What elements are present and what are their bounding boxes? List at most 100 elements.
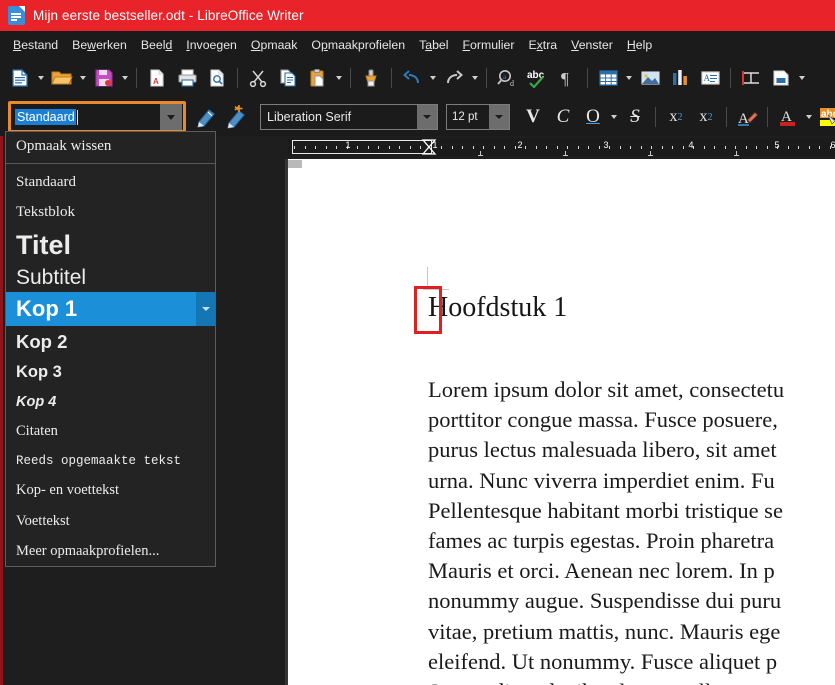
print-preview-icon[interactable] [202, 63, 232, 93]
style-item-titel[interactable]: Titel [6, 227, 215, 263]
separator [136, 68, 137, 88]
style-item-kopvoet[interactable]: Kop- en voettekst [6, 475, 215, 506]
insert-chart-icon[interactable] [665, 63, 695, 93]
new-style-from-selection-icon[interactable] [222, 102, 252, 132]
ruler-tick [504, 146, 506, 149]
style-item-voettekst[interactable]: Voettekst [6, 506, 215, 536]
ruler-tick [703, 146, 705, 149]
ruler-tab-stop[interactable] [648, 151, 653, 157]
undo-dropdown-icon[interactable] [427, 63, 439, 93]
style-item-kop3[interactable]: Kop 3 [6, 357, 215, 387]
style-item-meer[interactable]: Meer opmaakprofielen... [6, 536, 215, 566]
menu-opmaak[interactable]: Opmaak [244, 35, 305, 55]
font-size-combobox[interactable]: 12 pt [446, 104, 510, 130]
document-heading[interactable]: Hoofdstuk 1 [428, 292, 567, 324]
menu-formulier[interactable]: Formulier [456, 35, 522, 55]
menu-help[interactable]: Help [620, 35, 659, 55]
font-name-dropdown-arrow-icon[interactable] [417, 105, 437, 129]
redo-icon[interactable] [439, 63, 469, 93]
style-item-tekstblok[interactable]: Tekstblok [6, 197, 215, 227]
menu-invoegen[interactable]: Invoegen [179, 35, 244, 55]
menu-tabel[interactable]: Tabel [412, 35, 455, 55]
menu-opmaakprofielen[interactable]: Opmaakprofielen [304, 35, 412, 55]
style-item-kop1[interactable]: Kop 1 [6, 292, 215, 326]
insert-text-box-icon[interactable]: A [695, 63, 725, 93]
open-folder-icon[interactable] [47, 63, 77, 93]
print-icon[interactable] [172, 63, 202, 93]
separator [350, 68, 351, 88]
paragraph-style-combobox[interactable]: Standaard [8, 101, 186, 133]
insert-table-icon[interactable] [593, 63, 623, 93]
paragraph-style-input[interactable]: Standaard [11, 104, 160, 130]
spelling-abc-check-icon[interactable]: abc [522, 63, 552, 93]
paragraph-style-dropdown-arrow-icon[interactable] [160, 104, 182, 130]
ruler-tick [745, 146, 747, 149]
font-color-dropdown-icon[interactable] [803, 102, 815, 132]
new-document-icon[interactable] [5, 63, 35, 93]
subscript-button[interactable]: x2 [691, 102, 721, 132]
style-item-preformat[interactable]: Reeds opgemaakte tekst [6, 446, 215, 475]
insert-table-dropdown-icon[interactable] [623, 63, 635, 93]
document-text-line: Lorem ipsum dolor sit amet, consectetu [428, 377, 785, 402]
copy-icon[interactable] [273, 63, 303, 93]
underline-button[interactable]: O [578, 102, 608, 132]
horizontal-ruler[interactable]: 1123456 [288, 138, 835, 157]
paragraph-styles-dropdown-list[interactable]: Opmaak wissen Standaard Tekstblok Titel Subt… [5, 131, 216, 567]
menu-extra[interactable]: Extra [521, 35, 564, 55]
style-item-citaten[interactable]: Citaten [6, 416, 215, 446]
open-dropdown-icon[interactable] [77, 63, 89, 93]
style-item-standaard[interactable]: Standaard [6, 167, 215, 197]
save-dropdown-icon[interactable] [119, 63, 131, 93]
document-body-text[interactable]: Lorem ipsum dolor sit amet, consectetu po… [428, 375, 835, 685]
ruler-tab-stop[interactable] [478, 151, 483, 157]
new-document-dropdown-icon[interactable] [35, 63, 47, 93]
font-name-combobox[interactable]: Liberation Serif [260, 104, 438, 130]
menu-venster[interactable]: Venster [564, 35, 620, 55]
style-item-subtitel[interactable]: Subtitel [6, 263, 215, 292]
page-break-icon[interactable] [736, 63, 766, 93]
export-pdf-icon[interactable]: A [142, 63, 172, 93]
bold-button[interactable]: V [518, 102, 548, 132]
ruler-tick [598, 146, 600, 149]
style-item-kop4[interactable]: Kop 4 [6, 387, 215, 416]
underline-dropdown-icon[interactable] [608, 102, 620, 132]
ruler-tick [577, 146, 579, 149]
style-submenu-arrow-icon[interactable] [196, 292, 215, 326]
ruler-tick [714, 146, 716, 149]
update-selected-style-icon[interactable] [192, 102, 222, 132]
menu-beeld[interactable]: Beeld [134, 35, 179, 55]
style-item-label: Reeds opgemaakte tekst [16, 453, 182, 468]
strikethrough-button[interactable]: S [620, 102, 650, 132]
undo-icon[interactable] [397, 63, 427, 93]
menu-bewerken[interactable]: Bewerken [65, 35, 134, 55]
style-item-label: Citaten [16, 422, 58, 439]
style-item-kop2[interactable]: Kop 2 [6, 326, 215, 357]
insert-image-icon[interactable] [635, 63, 665, 93]
svg-text:abc: abc [821, 109, 835, 120]
indent-marker-icon[interactable] [421, 139, 437, 155]
clear-direct-formatting-icon[interactable]: A [732, 102, 762, 132]
insert-field-icon[interactable] [766, 63, 796, 93]
find-replace-icon[interactable]: a d [492, 63, 522, 93]
paste-dropdown-icon[interactable] [333, 63, 345, 93]
style-item-clear[interactable]: Opmaak wissen [6, 132, 215, 160]
formatting-marks-pilcrow-icon[interactable]: ¶ [552, 63, 582, 93]
highlight-color-icon[interactable]: abc [815, 102, 835, 132]
paste-icon[interactable] [303, 63, 333, 93]
italic-button[interactable]: C [548, 102, 578, 132]
ruler-tab-stop[interactable] [563, 151, 568, 157]
clone-formatting-brush-icon[interactable] [356, 63, 386, 93]
redo-dropdown-icon[interactable] [469, 63, 481, 93]
ruler-tab-stop[interactable] [734, 151, 739, 157]
font-color-icon[interactable]: A [773, 102, 803, 132]
save-icon[interactable] [89, 63, 119, 93]
menu-bestand[interactable]: Bestand [6, 35, 65, 55]
insert-field-dropdown-icon[interactable] [796, 63, 808, 93]
document-text-line: porttitor congue massa. Fusce posuere, [428, 407, 778, 433]
style-item-label: Kop- en voettekst [16, 482, 120, 498]
ruler-tick [514, 146, 516, 149]
font-size-dropdown-arrow-icon[interactable] [489, 105, 509, 129]
document-page[interactable]: Hoofdstuk 1 Lorem ipsum dolor sit amet, … [288, 159, 835, 685]
cut-scissors-icon[interactable] [243, 63, 273, 93]
superscript-button[interactable]: x2 [661, 102, 691, 132]
